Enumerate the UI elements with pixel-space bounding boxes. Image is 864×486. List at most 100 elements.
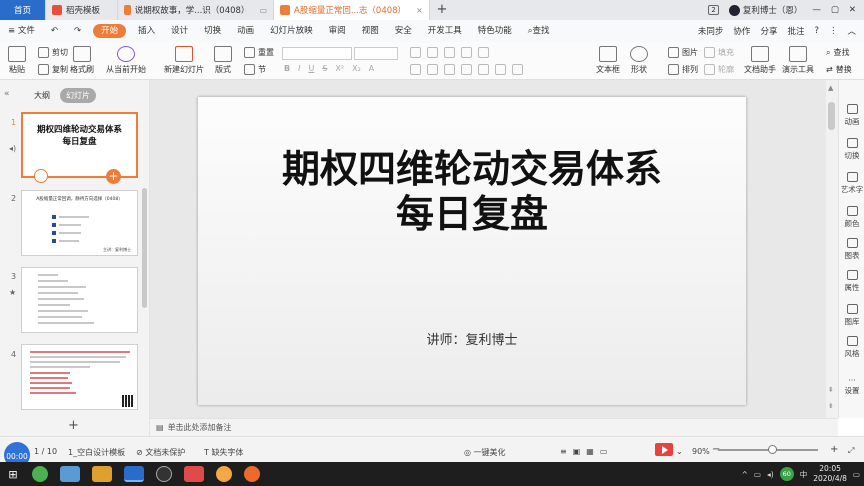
tab-slideshow[interactable]: 幻灯片放映 bbox=[262, 20, 321, 42]
slide-title[interactable]: 期权四维轮动交易体系 每日复盘 bbox=[198, 147, 746, 237]
network-icon[interactable]: ▭ bbox=[754, 470, 761, 479]
tab-outline[interactable]: 大纲 bbox=[28, 88, 56, 103]
properties-pane-button[interactable]: 属性 bbox=[839, 270, 864, 293]
chart-pane-button[interactable]: 图表 bbox=[839, 238, 864, 261]
font-family-select[interactable] bbox=[282, 47, 352, 60]
font-size-select[interactable] bbox=[354, 47, 398, 60]
play-from-current-button[interactable]: 从当前开始 bbox=[106, 46, 146, 75]
notes-toggle-icon[interactable]: ≡ bbox=[560, 447, 567, 456]
undo-icon[interactable]: ↶ bbox=[43, 20, 66, 42]
user-menu[interactable]: 复利博士（恩） bbox=[728, 4, 802, 16]
collaborate-button[interactable]: 协作 bbox=[733, 25, 750, 37]
cut-button[interactable]: 剪切 bbox=[38, 47, 68, 58]
slide-scrollbar[interactable]: ▲ ⇞ ⇟ bbox=[826, 80, 838, 418]
chevron-up-icon[interactable]: ^ bbox=[742, 470, 748, 479]
scroll-up-icon[interactable]: ▲ bbox=[828, 84, 833, 92]
comment-button[interactable]: 批注 bbox=[787, 25, 804, 37]
image-button[interactable]: 图片 bbox=[668, 47, 698, 58]
tab-review[interactable]: 审阅 bbox=[321, 20, 354, 42]
tab-insert[interactable]: 插入 bbox=[130, 20, 163, 42]
normal-view-icon[interactable]: ▣ bbox=[573, 447, 581, 456]
tab-home-ribbon[interactable]: 开始 bbox=[93, 24, 127, 38]
play-slide-button[interactable] bbox=[34, 169, 48, 183]
reset-button[interactable]: 重置 bbox=[244, 47, 274, 58]
ime-indicator[interactable]: 中 bbox=[800, 469, 808, 480]
tab-developer[interactable]: 开发工具 bbox=[420, 20, 470, 42]
align-center-icon[interactable] bbox=[427, 64, 438, 75]
wps-presentation-icon[interactable] bbox=[184, 466, 204, 482]
superscript-icon[interactable]: X² bbox=[335, 64, 344, 73]
line-spacing-icon[interactable] bbox=[478, 47, 489, 58]
numbering-icon[interactable] bbox=[427, 47, 438, 58]
volume-icon[interactable]: ◂) bbox=[767, 470, 774, 479]
new-tab-button[interactable]: + bbox=[430, 0, 454, 20]
italic-icon[interactable]: I bbox=[298, 64, 300, 73]
font-color-icon[interactable]: A bbox=[369, 64, 374, 73]
next-slide-icon[interactable]: ⇟ bbox=[828, 402, 834, 410]
tab-security[interactable]: 安全 bbox=[387, 20, 420, 42]
doc-protection-status[interactable]: ⊘ 文档未保护 bbox=[136, 447, 185, 458]
wordart-pane-button[interactable]: 艺术字 bbox=[839, 172, 864, 195]
close-icon[interactable]: × bbox=[416, 6, 423, 15]
window-count-badge[interactable]: 2 bbox=[708, 5, 719, 15]
beautify-button[interactable]: ◎ 一键美化 bbox=[464, 447, 506, 458]
scroll-thumb[interactable] bbox=[828, 102, 835, 130]
format-painter-button[interactable]: 格式刷 bbox=[70, 46, 94, 75]
maximize-button[interactable]: ▢ bbox=[831, 5, 839, 15]
tab-animation[interactable]: 动画 bbox=[229, 20, 262, 42]
align-right-icon[interactable] bbox=[444, 64, 455, 75]
close-icon[interactable]: ▭ bbox=[259, 6, 267, 15]
notification-icon[interactable]: ▭ bbox=[853, 470, 860, 479]
tab-docer-templates[interactable]: 稻壳模板 bbox=[46, 0, 118, 20]
search-button[interactable]: ⌕查找 bbox=[520, 20, 558, 42]
redo-icon[interactable]: ↷ bbox=[66, 20, 89, 42]
copy-button[interactable]: 复制 bbox=[38, 64, 68, 75]
find-button[interactable]: ⌕ 查找 bbox=[826, 47, 849, 58]
prev-slide-icon[interactable]: ⇞ bbox=[828, 386, 834, 394]
slide-sorter-icon[interactable]: ▦ bbox=[586, 447, 594, 456]
tab-home[interactable]: 首页 bbox=[0, 0, 46, 20]
bullets-icon[interactable] bbox=[410, 47, 421, 58]
minimize-button[interactable]: — bbox=[812, 5, 821, 15]
outline-button[interactable]: 轮廓 bbox=[704, 64, 734, 75]
align-left-icon[interactable] bbox=[410, 64, 421, 75]
collapse-panel-icon[interactable]: « bbox=[4, 89, 10, 99]
style-pane-button[interactable]: 风格 bbox=[839, 336, 864, 359]
distribute-icon[interactable] bbox=[478, 64, 489, 75]
text-direction-icon[interactable] bbox=[512, 64, 523, 75]
tab-features[interactable]: 特色功能 bbox=[470, 20, 520, 42]
zoom-slider-knob[interactable] bbox=[768, 445, 777, 454]
wechat-icon[interactable] bbox=[32, 466, 48, 482]
clock[interactable]: 20:05 2020/4/8 bbox=[813, 464, 847, 484]
fit-window-icon[interactable]: ⤢ bbox=[848, 446, 854, 456]
slide-editing-area[interactable]: 期权四维轮动交易体系 每日复盘 讲师：复利博士 bbox=[150, 80, 826, 418]
add-slide-after-button[interactable]: + bbox=[106, 169, 121, 184]
tab-document-1[interactable]: 说期权故事，学...识（0408） ▭ bbox=[118, 0, 274, 20]
strikethrough-icon[interactable]: S bbox=[322, 64, 327, 73]
arrange-button[interactable]: 排列 bbox=[668, 64, 698, 75]
replace-button[interactable]: ⇄ 替换 bbox=[826, 64, 852, 75]
notes-pane[interactable]: ▤ 单击此处添加备注 bbox=[150, 418, 838, 436]
bold-icon[interactable]: B bbox=[284, 64, 290, 73]
color-pane-button[interactable]: 颜色 bbox=[839, 206, 864, 229]
start-icon[interactable]: ⊞ bbox=[0, 468, 26, 481]
layout-button[interactable]: 版式 bbox=[214, 46, 232, 75]
sync-status[interactable]: 未同步 bbox=[698, 25, 724, 37]
tab-transition[interactable]: 切换 bbox=[196, 20, 229, 42]
tab-document-2[interactable]: A股缩量正常回...志（0408） × bbox=[274, 0, 430, 20]
help-icon[interactable]: ? bbox=[814, 26, 819, 36]
thumbnail-scrollbar[interactable] bbox=[142, 188, 147, 308]
zoom-in-button[interactable]: + bbox=[830, 444, 838, 455]
subscript-icon[interactable]: X₂ bbox=[352, 64, 361, 73]
gallery-pane-button[interactable]: 图库 bbox=[839, 304, 864, 327]
doc-assistant-button[interactable]: 文档助手 bbox=[744, 46, 776, 75]
tab-slides[interactable]: 幻灯片 bbox=[60, 88, 96, 103]
tab-view[interactable]: 视图 bbox=[354, 20, 387, 42]
transition-pane-button[interactable]: 切换 bbox=[839, 138, 864, 161]
animation-pane-button[interactable]: 动画 bbox=[839, 104, 864, 127]
slide-thumbnail-3[interactable] bbox=[21, 267, 138, 333]
obs-icon[interactable] bbox=[156, 466, 172, 482]
new-slide-button[interactable]: 新建幻灯片 bbox=[164, 46, 204, 75]
current-slide[interactable]: 期权四维轮动交易体系 每日复盘 讲师：复利博士 bbox=[198, 97, 746, 405]
tray-app-badge[interactable]: 60 bbox=[779, 467, 794, 481]
